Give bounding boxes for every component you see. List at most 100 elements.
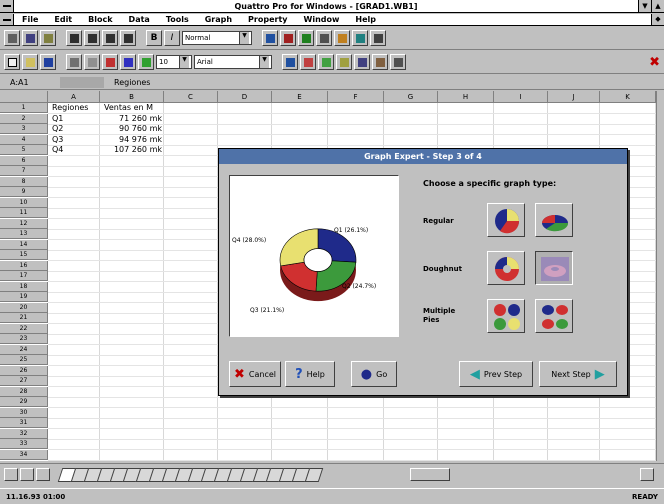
system-menu-icon[interactable] — [0, 0, 14, 12]
maximize-icon[interactable]: ▲ — [651, 0, 664, 12]
type-multiple-pies-2d[interactable] — [487, 299, 525, 333]
tab-next-icon[interactable] — [36, 468, 50, 481]
cut-icon[interactable] — [4, 30, 20, 46]
cell-b2[interactable]: 71 260 mk — [119, 114, 162, 124]
sum-icon[interactable] — [120, 30, 136, 46]
tool-a-icon[interactable] — [282, 54, 298, 70]
menu-file[interactable]: File — [14, 15, 46, 24]
help-button[interactable]: ? Help — [285, 361, 335, 387]
row-header-26[interactable]: 26 — [0, 365, 48, 376]
column-header-d[interactable]: D — [218, 91, 272, 103]
row-header-32[interactable]: 32 — [0, 428, 48, 439]
scroll-right-icon[interactable] — [640, 468, 654, 481]
align-center-icon[interactable] — [84, 30, 100, 46]
row-header-6[interactable]: 6 — [0, 155, 48, 166]
row-header-4[interactable]: 4 — [0, 134, 48, 145]
row-header-9[interactable]: 9 — [0, 187, 48, 197]
column-header-b[interactable]: B — [100, 91, 164, 103]
column-header-j[interactable]: J — [548, 91, 600, 103]
row-header-12[interactable]: 12 — [0, 218, 48, 229]
print-icon[interactable] — [66, 54, 82, 70]
row-header-3[interactable]: 3 — [0, 124, 48, 134]
brush-icon[interactable] — [102, 54, 118, 70]
close-x-icon[interactable]: ✖ — [649, 55, 660, 70]
cell-a4[interactable]: Q3 — [52, 135, 63, 145]
column-header-k[interactable]: K — [600, 91, 656, 103]
go-button[interactable]: ● Go — [351, 361, 397, 387]
save-icon[interactable] — [40, 54, 56, 70]
type-doughnut-2d[interactable] — [487, 251, 525, 285]
next-step-button[interactable]: Next Step ▶ — [539, 361, 617, 387]
type-multiple-pies-3d[interactable] — [535, 299, 573, 333]
cell-a3[interactable]: Q2 — [52, 124, 63, 134]
row-header-24[interactable]: 24 — [0, 344, 48, 355]
row-header-13[interactable]: 13 — [0, 229, 48, 239]
tool-d-icon[interactable] — [336, 54, 352, 70]
row-header-11[interactable]: 11 — [0, 208, 48, 218]
cancel-button[interactable]: ✖ Cancel — [229, 361, 281, 387]
cell-a5[interactable]: Q4 — [52, 145, 63, 155]
row-header-7[interactable]: 7 — [0, 166, 48, 176]
column-header-i[interactable]: I — [494, 91, 548, 103]
tool-f-icon[interactable] — [372, 54, 388, 70]
column-header-e[interactable]: E — [272, 91, 328, 103]
open-icon[interactable] — [22, 54, 38, 70]
select-all-corner[interactable] — [0, 91, 48, 103]
row-header-21[interactable]: 21 — [0, 313, 48, 323]
tool-c-icon[interactable] — [318, 54, 334, 70]
menu-block[interactable]: Block — [80, 15, 120, 24]
formula-content[interactable]: Regiones — [104, 78, 150, 87]
row-header-22[interactable]: 22 — [0, 323, 48, 334]
type-regular-2d-pie[interactable] — [487, 203, 525, 237]
bold-icon[interactable]: B — [146, 30, 162, 46]
restore-icon[interactable]: ◆ — [651, 14, 664, 25]
sheet-tab-t[interactable] — [304, 468, 324, 482]
row-header-16[interactable]: 16 — [0, 260, 48, 271]
row-header-25[interactable]: 25 — [0, 355, 48, 365]
row-header-31[interactable]: 31 — [0, 418, 48, 428]
map-icon[interactable] — [352, 30, 368, 46]
menu-property[interactable]: Property — [240, 15, 295, 24]
tool-e-icon[interactable] — [354, 54, 370, 70]
column-header-a[interactable]: A — [48, 91, 100, 103]
row-header-34[interactable]: 34 — [0, 449, 48, 460]
menu-data[interactable]: Data — [121, 15, 158, 24]
font-select[interactable]: Arial ▼ — [194, 55, 272, 69]
column-header-h[interactable]: H — [438, 91, 494, 103]
prev-step-button[interactable]: ◀ Prev Step — [459, 361, 533, 387]
type-regular-3d-pie[interactable] — [535, 203, 573, 237]
row-header-27[interactable]: 27 — [0, 376, 48, 386]
row-header-19[interactable]: 19 — [0, 292, 48, 302]
row-header-14[interactable]: 14 — [0, 239, 48, 250]
minimize-icon[interactable]: ▼ — [638, 0, 651, 12]
cell-b5[interactable]: 107 260 mk — [114, 145, 162, 155]
cell-b4[interactable]: 94 976 mk — [119, 135, 162, 145]
row-header-23[interactable]: 23 — [0, 334, 48, 344]
align-left-icon[interactable] — [66, 30, 82, 46]
row-header-28[interactable]: 28 — [0, 386, 48, 397]
column-header-f[interactable]: F — [328, 91, 384, 103]
row-header-15[interactable]: 15 — [0, 250, 48, 260]
row-header-5[interactable]: 5 — [0, 145, 48, 155]
new-icon[interactable] — [4, 54, 20, 70]
menu-tools[interactable]: Tools — [158, 15, 197, 24]
document-menu-icon[interactable] — [0, 14, 14, 25]
row-header-29[interactable]: 29 — [0, 397, 48, 407]
tab-first-icon[interactable] — [4, 468, 18, 481]
sort-icon[interactable] — [316, 30, 332, 46]
menu-window[interactable]: Window — [296, 15, 348, 24]
graph-icon[interactable] — [334, 30, 350, 46]
tool-g-icon[interactable] — [390, 54, 406, 70]
row-header-33[interactable]: 33 — [0, 439, 48, 449]
cell-b3[interactable]: 90 760 mk — [119, 124, 162, 134]
tab-prev-icon[interactable] — [20, 468, 34, 481]
cell-a1[interactable]: Regiones — [52, 103, 88, 113]
tool-b-icon[interactable] — [300, 54, 316, 70]
vertical-scrollbar[interactable] — [656, 91, 664, 461]
menu-help[interactable]: Help — [347, 15, 384, 24]
column-header-c[interactable]: C — [164, 91, 218, 103]
horizontal-scrollbar[interactable] — [410, 468, 450, 481]
delete-icon[interactable] — [280, 30, 296, 46]
size-select[interactable]: 10 ▼ — [156, 55, 192, 69]
wand-icon[interactable] — [120, 54, 136, 70]
